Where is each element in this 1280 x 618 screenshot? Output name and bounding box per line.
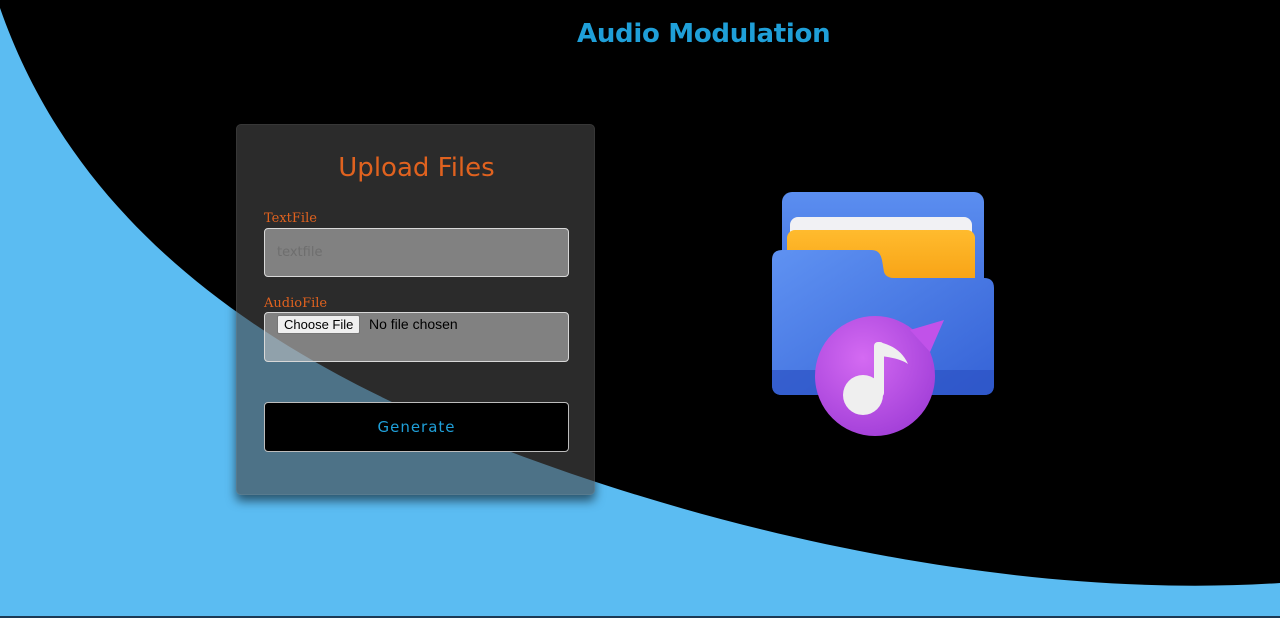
app-stage: Audio Modulation Upload Files TextFile A… xyxy=(0,0,1280,618)
upload-card: Upload Files TextFile AudioFile Choose F… xyxy=(236,124,595,495)
upload-card-title: Upload Files xyxy=(338,153,495,183)
music-folder-icon xyxy=(772,192,994,436)
audiofile-label: AudioFile xyxy=(264,296,328,311)
generate-button[interactable]: Generate xyxy=(264,402,569,452)
textfile-label: TextFile xyxy=(264,211,317,226)
page-title: Audio Modulation xyxy=(577,19,831,49)
background-wave xyxy=(0,0,1280,618)
textfile-input[interactable] xyxy=(264,228,569,277)
file-status-text: No file chosen xyxy=(369,316,458,332)
audiofile-input[interactable]: Choose File No file chosen xyxy=(264,312,569,362)
choose-file-button[interactable]: Choose File xyxy=(277,315,361,334)
